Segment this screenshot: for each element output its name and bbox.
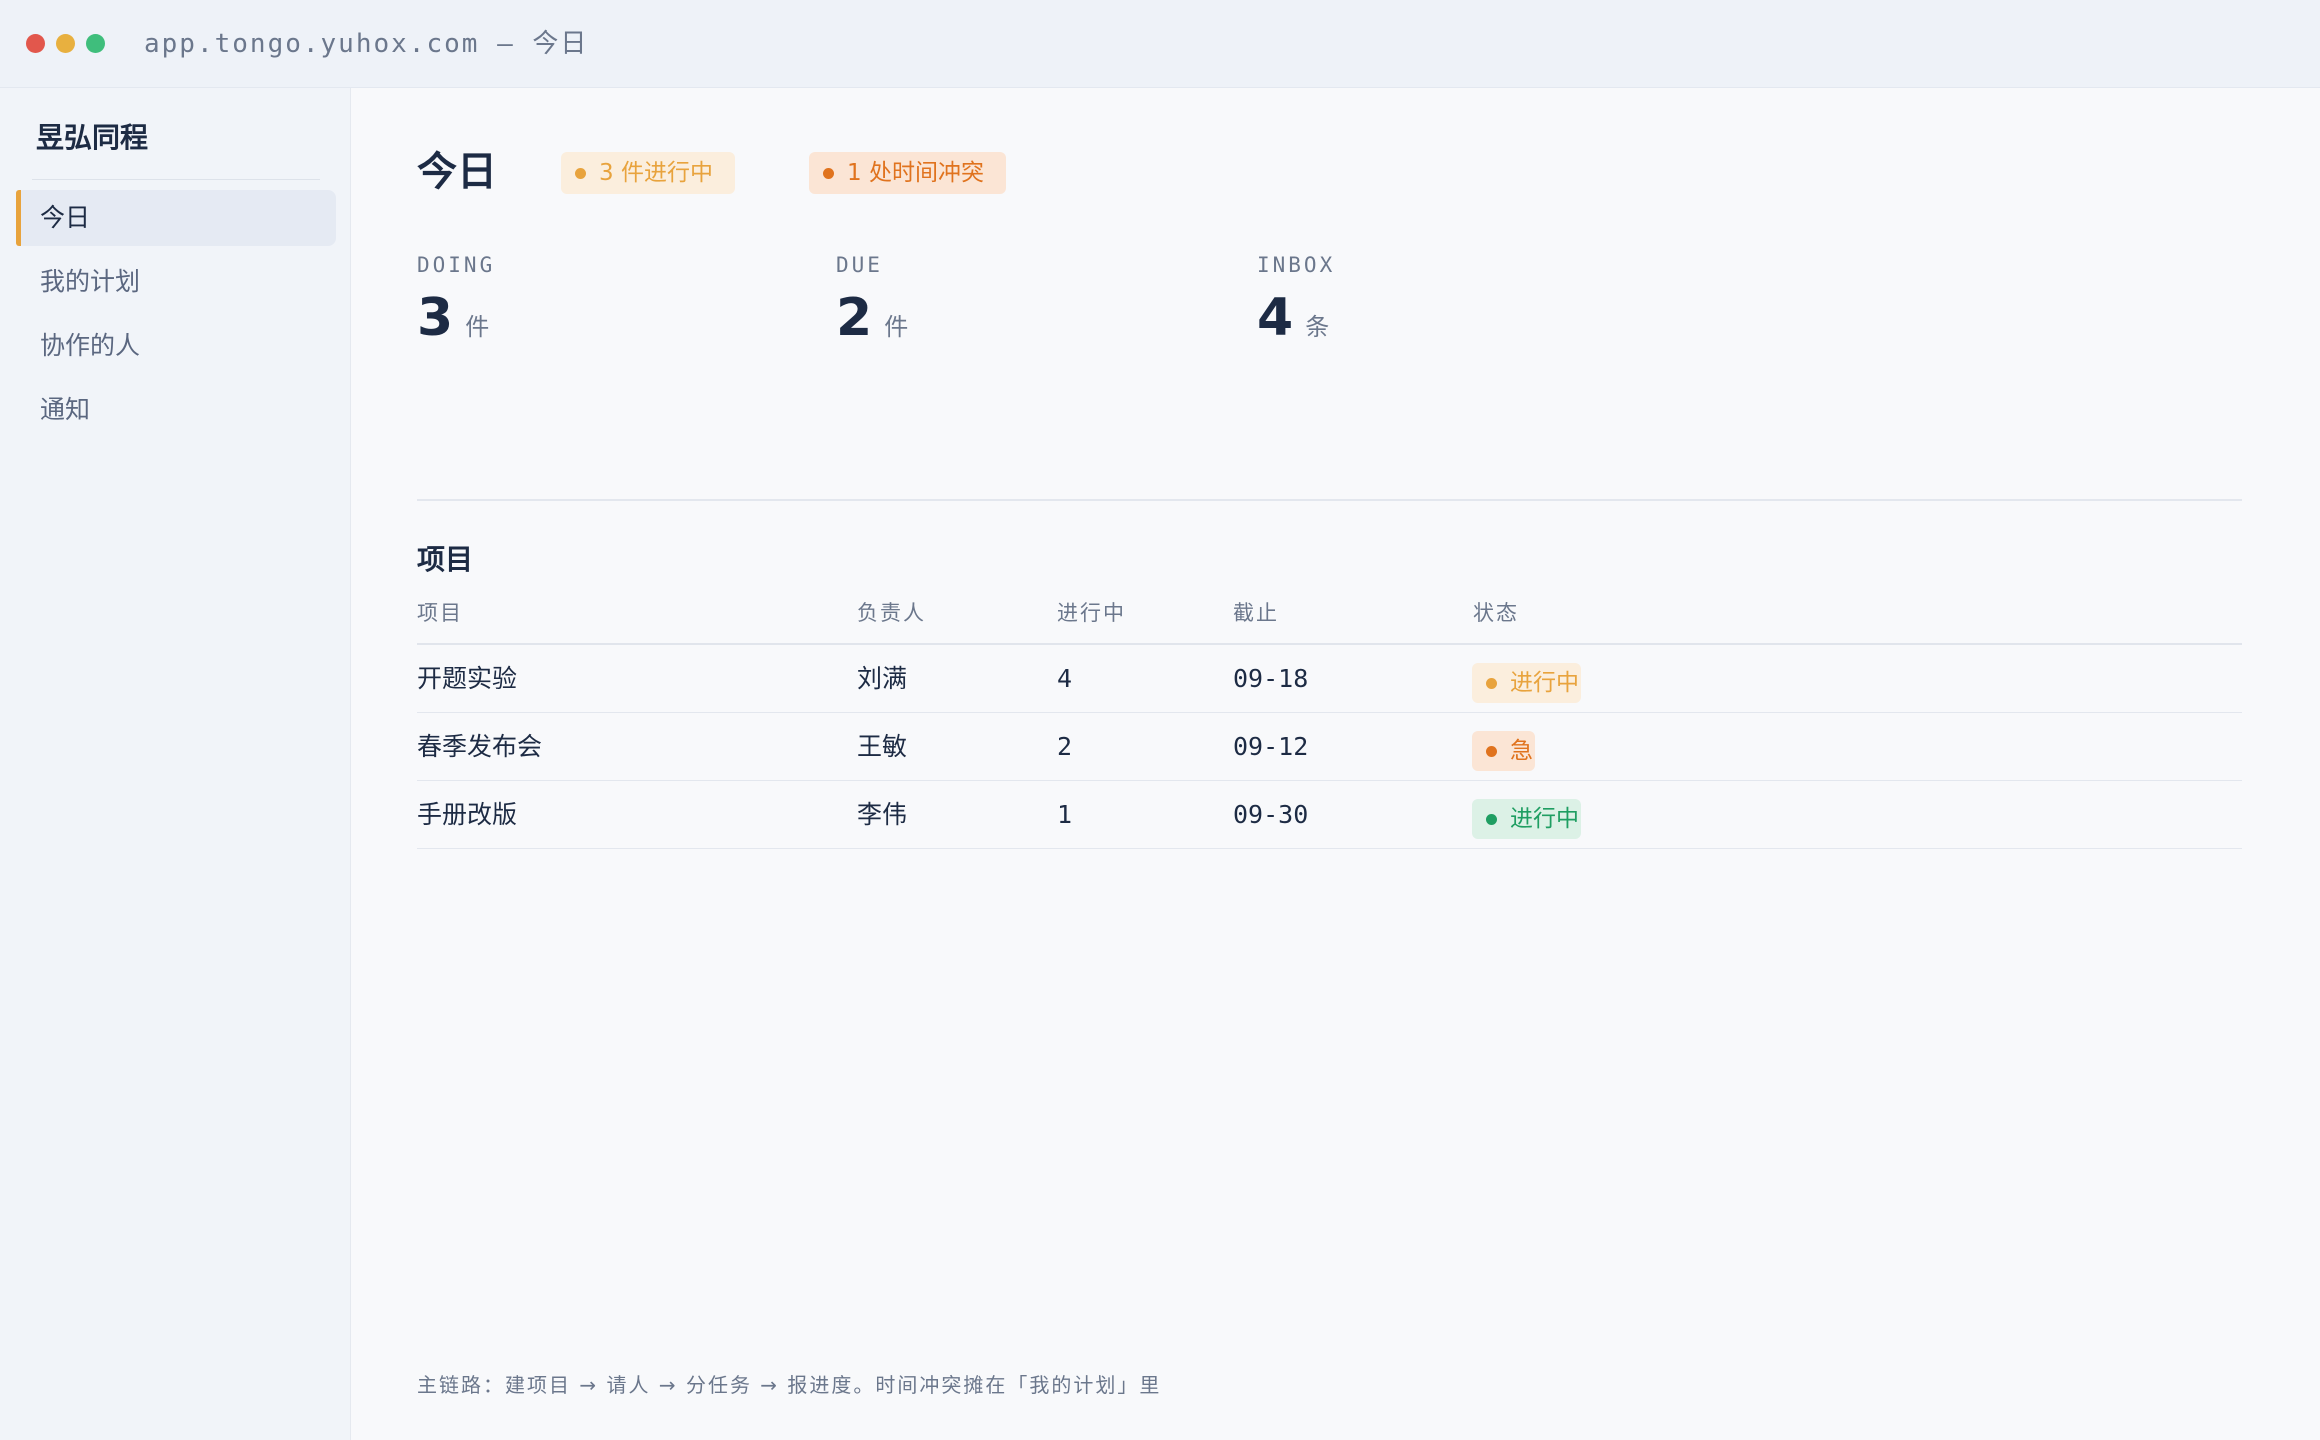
column-header-status[interactable]: 状态 [1473, 598, 1519, 628]
stat-unit: 条 [1305, 313, 1330, 341]
table-row[interactable]: 手册改版 李伟 1 09-30 进行中 [417, 781, 2242, 849]
brand-name: 昱弘同程 [36, 121, 149, 154]
main-content: 今日 3 件进行中 1 处时间冲突 DOING 3件 DUE 2件 INBOX … [350, 88, 2320, 1440]
stat-value: 2件 [836, 288, 1136, 360]
table-row[interactable]: 春季发布会 王敏 2 09-12 急 [417, 713, 2242, 781]
sidebar-item-my-plan[interactable]: 我的计划 [16, 254, 336, 310]
stat-number: 3 [417, 288, 454, 348]
window-titlebar: app.tongo.yuhox.com — 今日 [0, 0, 2320, 88]
project-due-date: 09-30 [1233, 800, 1309, 829]
sidebar-item-collaborators[interactable]: 协作的人 [16, 318, 336, 374]
status-dot-icon [1486, 814, 1497, 825]
status-label: 急 [1510, 738, 1533, 764]
status-dot-icon [823, 168, 834, 179]
status-label: 进行中 [1510, 806, 1579, 832]
sidebar: 昱弘同程 今日 我的计划 协作的人 通知 [0, 88, 350, 1440]
doing-count-label: 3 件进行中 [599, 160, 713, 186]
project-name: 春季发布会 [417, 732, 543, 761]
project-doing-count: 4 [1057, 664, 1073, 693]
status-dot-icon [575, 168, 586, 179]
table-row[interactable]: 开题实验 刘满 4 09-18 进行中 [417, 645, 2242, 713]
status-dot-icon [1486, 678, 1497, 689]
stat-value: 3件 [417, 288, 717, 360]
sidebar-item-notifications[interactable]: 通知 [16, 382, 336, 438]
column-header-owner[interactable]: 负责人 [857, 598, 926, 628]
status-dot-icon [1486, 746, 1497, 757]
stat-number: 4 [1257, 288, 1294, 348]
project-owner: 王敏 [857, 732, 908, 761]
maximize-window-button[interactable] [86, 34, 105, 53]
status-badge: 进行中 [1472, 799, 1581, 839]
footer-note: 主链路：建项目 → 请人 → 分任务 → 报进度。时间冲突摊在「我的计划」里 [417, 1373, 1162, 1397]
section-divider [417, 499, 2242, 501]
project-name: 开题实验 [417, 664, 518, 693]
stat-label: DUE [836, 253, 883, 277]
stat-unit: 件 [465, 313, 490, 341]
stat-inbox: INBOX 4条 [1257, 250, 1557, 360]
doing-count-badge[interactable]: 3 件进行中 [561, 152, 735, 194]
project-doing-count: 1 [1057, 800, 1073, 829]
column-header-due[interactable]: 截止 [1233, 598, 1279, 628]
status-badge: 急 [1472, 731, 1535, 771]
stat-due: DUE 2件 [836, 250, 1136, 360]
time-conflict-badge[interactable]: 1 处时间冲突 [809, 152, 1006, 194]
stat-doing: DOING 3件 [417, 250, 717, 360]
status-badge: 进行中 [1472, 663, 1581, 703]
status-label: 进行中 [1510, 670, 1579, 696]
stat-value: 4条 [1257, 288, 1557, 360]
close-window-button[interactable] [26, 34, 45, 53]
project-owner: 刘满 [857, 664, 908, 693]
project-due-date: 09-18 [1233, 664, 1309, 693]
column-header-doing[interactable]: 进行中 [1057, 598, 1126, 628]
sidebar-divider [32, 179, 320, 180]
project-doing-count: 2 [1057, 732, 1073, 761]
time-conflict-label: 1 处时间冲突 [847, 160, 984, 186]
project-name: 手册改版 [417, 800, 518, 829]
stat-number: 2 [836, 288, 873, 348]
window-url-title: app.tongo.yuhox.com — 今日 [144, 29, 589, 59]
project-due-date: 09-12 [1233, 732, 1309, 761]
project-owner: 李伟 [857, 800, 908, 829]
stat-label: INBOX [1257, 253, 1336, 277]
stat-label: DOING [417, 253, 496, 277]
projects-section-title: 项目 [417, 543, 474, 576]
page-title: 今日 [417, 149, 497, 195]
sidebar-item-today[interactable]: 今日 [16, 190, 336, 246]
minimize-window-button[interactable] [56, 34, 75, 53]
column-header-project[interactable]: 项目 [417, 598, 463, 628]
stat-unit: 件 [884, 313, 909, 341]
